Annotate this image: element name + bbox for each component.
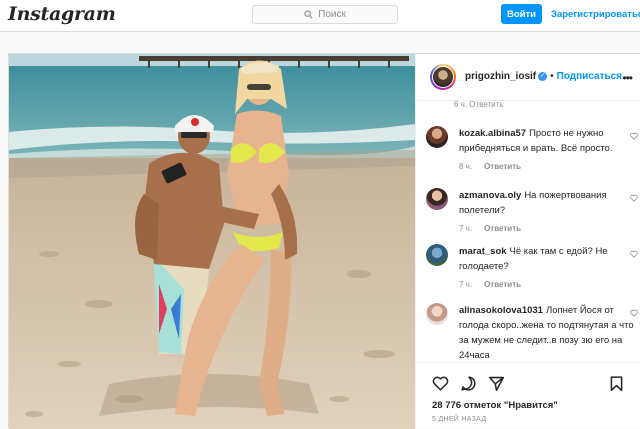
heart-icon[interactable] <box>630 309 638 317</box>
comment-meta: 7 ч. Ответить <box>459 224 521 233</box>
instagram-logo[interactable]: Instagram <box>8 3 116 25</box>
comment-time: 7 ч. <box>459 224 473 233</box>
comment-meta: 7 ч. Ответить <box>459 280 521 289</box>
heart-icon[interactable] <box>630 250 638 258</box>
comment-meta: 6 ч. Ответить <box>454 101 504 109</box>
post-date[interactable]: 5 ДНЕЙ НАЗАД <box>432 416 486 423</box>
search-placeholder: Поиск <box>318 9 346 20</box>
share-icon[interactable] <box>488 375 505 392</box>
heart-icon[interactable] <box>432 375 449 392</box>
comment-text: kozak.albina57 Просто не нужно прибеднять… <box>459 126 634 156</box>
signup-link[interactable]: Зарегистрироваться <box>551 4 640 24</box>
comment-time: 8 ч. <box>459 162 473 171</box>
post-sidebar: prigozhin_iosif ✓ • Подписаться ••• 6 ч. От… <box>415 54 640 429</box>
author-username[interactable]: prigozhin_iosif <box>465 71 536 82</box>
comment-time: 7 ч. <box>459 280 473 289</box>
reply-link[interactable]: Ответить <box>484 162 521 171</box>
commenter-avatar[interactable] <box>426 244 448 266</box>
login-button[interactable]: Войти <box>501 4 542 24</box>
post-photo[interactable] <box>9 54 415 429</box>
likes-count[interactable]: 28 776 отметок "Нравится" <box>432 400 558 411</box>
comment-username[interactable]: azmanova.oly <box>459 190 521 201</box>
comment-meta: 8 ч. Ответить <box>459 162 521 171</box>
heart-icon[interactable] <box>630 132 638 140</box>
more-options-icon[interactable]: ••• <box>622 71 633 85</box>
comment-icon[interactable] <box>460 375 477 392</box>
follow-button[interactable]: Подписаться <box>557 71 622 82</box>
commenter-avatar[interactable] <box>426 188 448 210</box>
top-nav-bar: Instagram Поиск Войти Зарегистрироваться <box>0 0 640 32</box>
post-header: prigozhin_iosif ✓ • Подписаться ••• <box>416 54 640 101</box>
reply-link[interactable]: Ответить <box>484 280 521 289</box>
search-icon <box>304 10 313 19</box>
commenter-avatar[interactable] <box>426 303 448 325</box>
commenter-avatar[interactable] <box>426 126 448 148</box>
post-actions: 28 776 отметок "Нравится" 5 ДНЕЙ НАЗАД <box>416 362 640 429</box>
reply-link[interactable]: Ответить <box>484 224 521 233</box>
author-avatar[interactable] <box>430 64 456 90</box>
author-line: prigozhin_iosif ✓ • Подписаться <box>465 71 622 82</box>
comments-list: 6 ч. Ответить kozak.albina57 Просто не ну… <box>416 101 640 362</box>
comment-username[interactable]: kozak.albina57 <box>459 128 526 139</box>
search-input[interactable]: Поиск <box>252 5 398 24</box>
comment-username[interactable]: marat_sok <box>459 246 507 257</box>
heart-icon[interactable] <box>630 194 638 202</box>
dot-separator: • <box>550 71 554 82</box>
bookmark-icon[interactable] <box>608 375 625 392</box>
comment-text: azmanova.oly На пожертвования полетели? <box>459 188 634 218</box>
verified-badge-icon: ✓ <box>538 71 548 81</box>
comment-username[interactable]: alinasokolova1031 <box>459 305 543 316</box>
comment-text: alinasokolova1031 Лопнет Йося от голода с… <box>459 303 634 362</box>
post-card: prigozhin_iosif ✓ • Подписаться ••• 6 ч. От… <box>8 53 640 429</box>
comment-text: marat_sok Чё как там с едой? Не голодаете… <box>459 244 634 274</box>
